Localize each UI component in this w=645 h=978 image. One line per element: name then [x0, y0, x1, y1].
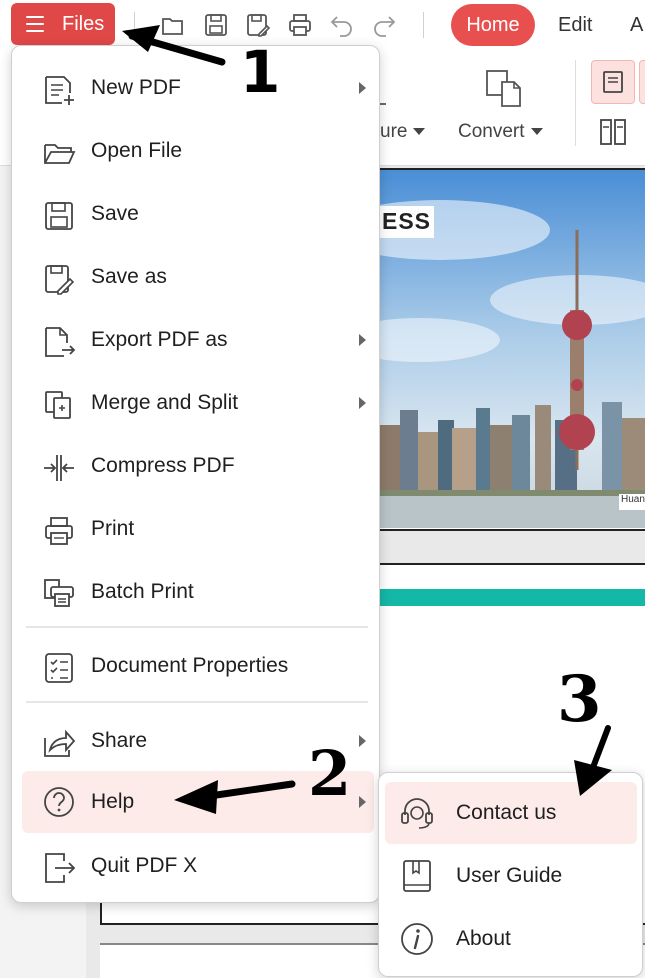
batch-print-icon — [44, 579, 74, 607]
compress-icon — [44, 455, 74, 481]
redo-icon[interactable] — [371, 12, 397, 38]
tab-home[interactable]: Home — [451, 4, 535, 46]
toolbar-divider — [134, 12, 135, 38]
top-toolbar: Files Home Edit A — [0, 0, 645, 50]
menu-divider — [26, 626, 368, 628]
menu-item-merge-and-split[interactable]: Merge and Split — [22, 373, 374, 433]
menu-item-label: Help — [91, 790, 135, 813]
menu-item-document-properties[interactable]: Document Properties — [22, 636, 374, 696]
chevron-right-icon — [359, 735, 366, 747]
menu-item-new-pdf[interactable]: New PDF — [22, 58, 374, 118]
menu-item-label: Share — [91, 729, 148, 752]
teal-band — [380, 589, 645, 606]
submenu-item-label: Contact us — [456, 801, 557, 824]
save-icon[interactable] — [203, 12, 229, 38]
open-file-icon — [44, 144, 76, 164]
convert-icon[interactable] — [484, 68, 526, 110]
menu-divider — [26, 701, 368, 703]
menu-item-compress-pdf[interactable]: Compress PDF — [22, 436, 374, 496]
document-properties-icon — [45, 653, 73, 683]
menu-item-label: Export PDF as — [91, 328, 228, 351]
menu-item-label: Merge and Split — [91, 391, 239, 414]
menu-item-label: Quit PDF X — [91, 854, 198, 877]
submenu-item-contact-us[interactable]: Contact us — [385, 782, 637, 844]
photo-caption: Huan — [619, 494, 645, 510]
open-folder-icon[interactable] — [160, 12, 186, 38]
menu-item-print[interactable]: Print — [22, 499, 374, 559]
tab-truncated[interactable]: A — [630, 14, 643, 37]
view-button-partial[interactable] — [639, 60, 645, 104]
chevron-right-icon — [359, 82, 366, 94]
menu-item-share[interactable]: Share — [22, 711, 374, 771]
new-pdf-icon — [45, 76, 74, 105]
files-button-label: Files — [62, 12, 105, 35]
menu-item-label: Batch Print — [91, 580, 194, 603]
export-icon — [45, 327, 76, 357]
save-as-icon — [45, 265, 75, 295]
menu-item-save-as[interactable]: Save as — [22, 247, 374, 307]
single-page-icon — [603, 71, 623, 93]
menu-item-batch-print[interactable]: Batch Print — [22, 562, 374, 622]
chevron-right-icon — [359, 334, 366, 346]
chevron-down-icon — [530, 128, 543, 136]
print-icon[interactable] — [287, 12, 313, 38]
menu-item-help[interactable]: Help — [22, 771, 374, 833]
chevron-right-icon — [359, 397, 366, 409]
submenu-item-user-guide[interactable]: User Guide — [385, 845, 637, 907]
share-icon — [44, 729, 76, 757]
menu-item-label: Save — [91, 202, 139, 225]
convert-button[interactable]: Convert — [458, 121, 543, 143]
tab-edit[interactable]: Edit — [558, 14, 592, 37]
menu-item-label: Open File — [91, 139, 183, 162]
menu-item-export-pdf-as[interactable]: Export PDF as — [22, 310, 374, 370]
help-submenu: Contact us User Guide About — [378, 772, 643, 977]
ribbon-divider — [575, 60, 576, 146]
two-page-icon[interactable] — [599, 118, 627, 146]
help-icon — [44, 787, 74, 817]
measure-label[interactable]: ure — [380, 121, 426, 143]
menu-item-quit[interactable]: Quit PDF X — [22, 836, 374, 896]
headset-icon — [401, 798, 433, 829]
menu-item-label: Print — [91, 517, 135, 540]
book-icon — [403, 860, 431, 892]
files-menu-button[interactable]: Files — [11, 3, 115, 45]
heading-fragment: ESS — [380, 206, 434, 238]
single-page-view-button[interactable] — [591, 60, 635, 104]
files-menu: New PDF Open File Save Save as Export PD… — [11, 45, 380, 903]
quit-icon — [45, 853, 76, 883]
undo-icon[interactable] — [329, 12, 355, 38]
print-icon — [45, 517, 73, 545]
hamburger-icon — [26, 16, 44, 32]
submenu-item-about[interactable]: About — [385, 908, 637, 970]
chevron-right-icon — [359, 796, 366, 808]
submenu-item-label: User Guide — [456, 864, 563, 887]
menu-item-label: New PDF — [91, 76, 181, 99]
toolbar-divider — [423, 12, 424, 38]
menu-item-open-file[interactable]: Open File — [22, 121, 374, 181]
merge-icon — [45, 391, 71, 419]
submenu-item-label: About — [456, 927, 511, 950]
menu-item-label: Document Properties — [91, 654, 289, 677]
menu-item-save[interactable]: Save — [22, 184, 374, 244]
menu-item-label: Compress PDF — [91, 454, 235, 477]
menu-item-label: Save as — [91, 265, 167, 288]
save-icon — [45, 202, 73, 230]
chevron-down-icon — [413, 128, 426, 136]
info-icon — [401, 923, 433, 955]
save-as-icon[interactable] — [245, 12, 271, 38]
